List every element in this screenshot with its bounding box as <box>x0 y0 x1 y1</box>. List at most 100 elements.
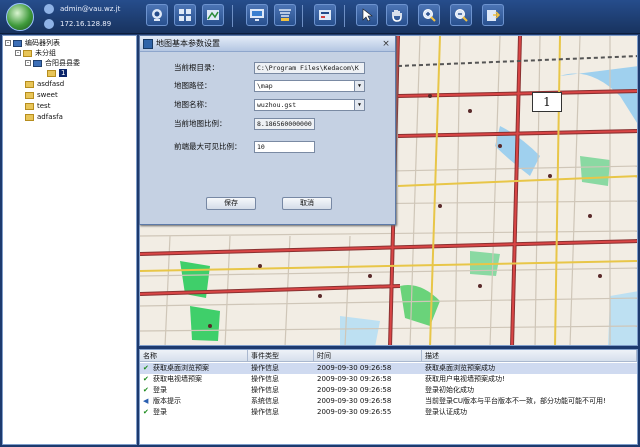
close-icon[interactable]: × <box>381 39 391 49</box>
tree-node-label: 合阳县县委 <box>45 59 80 67</box>
dvr-icon[interactable] <box>314 4 336 26</box>
col-header-name[interactable]: 名称 <box>140 350 248 362</box>
max-scale-label: 前端最大可见比例： <box>174 142 242 151</box>
event-log-table: 名称 事件类型 时间 描述 ✔ 获取桌面浏览预案 操作信息 2009-09-30… <box>139 349 638 445</box>
col-header-type[interactable]: 事件类型 <box>248 350 314 362</box>
server-info: 172.16.128.89 <box>44 18 111 30</box>
row-time: 2009-09-30 09:26:58 <box>317 397 392 405</box>
row-time: 2009-09-30 09:26:58 <box>317 386 392 394</box>
map-marker-label[interactable]: 1 <box>532 92 562 112</box>
toolbar-separator <box>302 5 303 27</box>
max-scale-input[interactable]: 10 <box>254 141 315 153</box>
tree-node-test[interactable]: test <box>25 101 50 111</box>
grid-layout-icon[interactable] <box>174 4 196 26</box>
map-name-label: 地图名称： <box>174 100 212 109</box>
check-icon: ✔ <box>143 386 149 394</box>
globe-logo-icon <box>6 3 34 31</box>
table-row[interactable]: ✔ 获取电视墙预案 操作信息 2009-09-30 09:26:58 获取用户电… <box>140 374 637 385</box>
user-info: admin@vau.wz.jt <box>44 3 120 15</box>
check-icon: ✔ <box>143 375 149 383</box>
root-dir-field[interactable]: C:\Program Files\Kedacom\K <box>254 62 365 74</box>
map-settings-dialog: 地图基本参数设置 × 当前根目录： C:\Program Files\Kedac… <box>139 35 396 225</box>
network-icon <box>44 19 54 29</box>
table-row[interactable]: ◀ 版本提示 系统信息 2009-09-30 09:26:58 当前登录CU版本… <box>140 396 637 407</box>
map-name-select[interactable]: wuzhou.gst ▼ <box>254 99 365 111</box>
check-icon: ✔ <box>143 408 149 416</box>
tree-node-asdfasd[interactable]: asdfasd <box>25 79 64 89</box>
root-dir-label: 当前根目录： <box>174 63 219 72</box>
tree-node-label: 未分组 <box>35 49 56 57</box>
folder-icon <box>25 91 34 99</box>
cancel-button[interactable]: 取消 <box>282 197 332 210</box>
row-type: 操作信息 <box>251 364 279 372</box>
map-name-value: wuzhou.gst <box>257 101 297 109</box>
row-name: 获取电视墙预案 <box>153 375 202 383</box>
row-name: 登录 <box>153 386 167 394</box>
screen-monitor-icon[interactable] <box>246 4 268 26</box>
tree-root-label: 编码器列表 <box>25 39 60 47</box>
server-ip: 172.16.128.89 <box>60 20 112 28</box>
tree-node-label: asdfasd <box>37 80 65 88</box>
row-type: 操作信息 <box>251 386 279 394</box>
row-desc: 登录认证成功 <box>425 408 467 416</box>
table-row[interactable]: ✔ 获取桌面浏览预案 操作信息 2009-09-30 09:26:58 获取桌面… <box>140 363 637 374</box>
top-toolbar: admin@vau.wz.jt 172.16.128.89 <box>0 0 640 34</box>
map-path-label: 地图路径： <box>174 81 212 90</box>
table-row[interactable]: ✔ 登录 操作信息 2009-09-30 09:26:55 登录认证成功 <box>140 407 637 418</box>
map-path-value: \map <box>257 82 273 90</box>
tree-node-adfasfa[interactable]: adfasfa <box>25 112 63 122</box>
collapse-icon[interactable]: - <box>25 60 31 66</box>
folder-icon <box>25 80 34 88</box>
folder-icon <box>25 102 34 110</box>
check-icon: ✔ <box>143 364 149 372</box>
tree-node-1[interactable]: 1 <box>47 68 68 78</box>
dialog-title[interactable]: 地图基本参数设置 <box>140 36 395 52</box>
row-desc: 获取桌面浏览预案成功 <box>425 364 495 372</box>
zoom-out-icon[interactable] <box>450 4 472 26</box>
user-icon <box>44 4 54 14</box>
zoom-in-icon[interactable] <box>418 4 440 26</box>
encoder-list-icon <box>13 39 22 47</box>
tree-node-heyang[interactable]: - 合阳县县委 <box>25 58 80 68</box>
tree-node-label: sweet <box>37 91 58 99</box>
row-desc: 登录初始化成功 <box>425 386 474 394</box>
row-name: 获取桌面浏览预案 <box>153 364 209 372</box>
collapse-icon[interactable]: - <box>5 40 11 46</box>
col-header-desc[interactable]: 描述 <box>422 350 637 362</box>
folder-icon <box>25 113 34 121</box>
row-name: 登录 <box>153 408 167 416</box>
tree-node-label: 1 <box>59 69 68 77</box>
user-name: admin@vau.wz.jt <box>60 5 121 13</box>
row-time: 2009-09-30 09:26:58 <box>317 364 392 372</box>
map-scale-field: 8.186560000000 <box>254 118 315 130</box>
export-icon[interactable] <box>482 4 504 26</box>
tree-node-ungrouped[interactable]: - 未分组 <box>15 48 56 58</box>
map-scale-label: 当前地图比例： <box>174 119 227 128</box>
broadcast-icon[interactable] <box>274 4 296 26</box>
tree-root[interactable]: - 编码器列表 <box>5 38 60 48</box>
speaker-icon: ◀ <box>143 397 149 405</box>
row-type: 操作信息 <box>251 375 279 383</box>
toolbar-separator <box>232 5 233 27</box>
folder-icon <box>47 69 56 77</box>
tree-node-sweet[interactable]: sweet <box>25 90 58 100</box>
hand-pan-icon[interactable] <box>386 4 408 26</box>
chevron-down-icon[interactable]: ▼ <box>354 81 364 91</box>
row-desc: 获取用户电视墙预案成功! <box>425 375 505 383</box>
save-button[interactable]: 保存 <box>206 197 256 210</box>
folder-icon <box>23 49 32 57</box>
table-row[interactable]: ✔ 登录 操作信息 2009-09-30 09:26:58 登录初始化成功 <box>140 385 637 396</box>
tree-node-label: adfasfa <box>37 113 63 121</box>
map-view-icon[interactable] <box>202 4 224 26</box>
row-name: 版本提示 <box>153 397 181 405</box>
map-path-select[interactable]: \map ▼ <box>254 80 365 92</box>
camera-icon[interactable] <box>146 4 168 26</box>
pointer-icon[interactable] <box>356 4 378 26</box>
dialog-app-icon <box>143 39 153 49</box>
chevron-down-icon[interactable]: ▼ <box>354 100 364 110</box>
encoder-tree: - 编码器列表 - 未分组 - 合阳县县委 1 asdfasd sweet test … <box>2 35 137 445</box>
row-time: 2009-09-30 09:26:58 <box>317 375 392 383</box>
collapse-icon[interactable]: - <box>15 50 21 56</box>
row-desc: 当前登录CU版本与平台版本不一致，部分功能可能不可用! <box>425 397 606 405</box>
col-header-time[interactable]: 时间 <box>314 350 422 362</box>
